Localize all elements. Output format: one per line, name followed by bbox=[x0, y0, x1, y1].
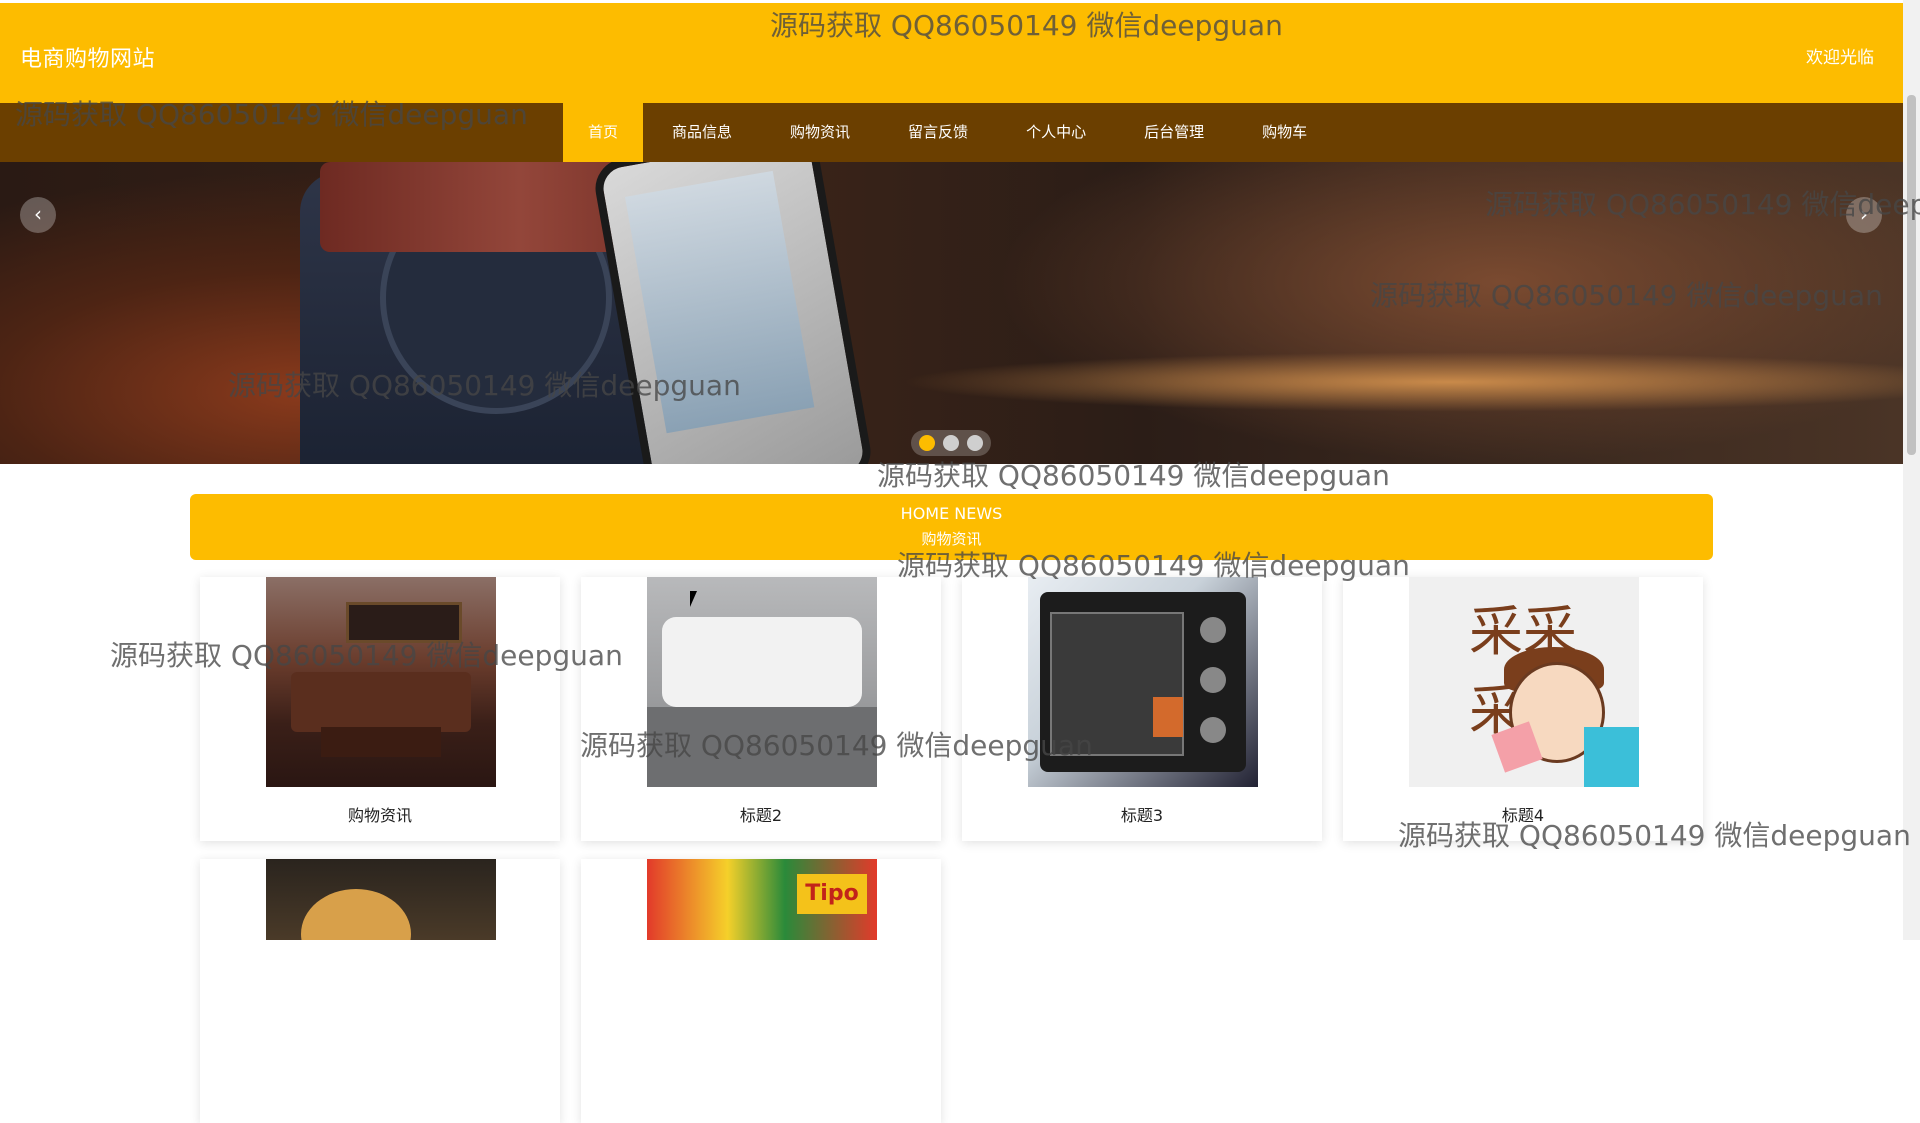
news-card-4[interactable]: 采采采! 标题4 bbox=[1343, 577, 1703, 841]
cartoon-image: 采采采! bbox=[1409, 577, 1639, 787]
section-title-cn: 购物资讯 bbox=[921, 530, 982, 548]
mouse-cursor-icon bbox=[690, 591, 704, 607]
welcome-text: 欢迎光临 bbox=[1806, 48, 1874, 68]
banner-light-glow bbox=[900, 352, 1903, 412]
carousel-indicators bbox=[911, 430, 991, 456]
nav-item-cart[interactable]: 购物车 bbox=[1233, 103, 1336, 162]
carousel-banner[interactable] bbox=[0, 162, 1903, 464]
carousel-dot-2[interactable] bbox=[943, 435, 959, 451]
snack-food-image bbox=[266, 859, 496, 940]
nav-item-admin[interactable]: 后台管理 bbox=[1115, 103, 1233, 162]
news-card-1[interactable]: 购物资讯 bbox=[200, 577, 560, 841]
site-title[interactable]: 电商购物网站 bbox=[20, 41, 155, 73]
news-card-6[interactable]: Tipo bbox=[581, 859, 941, 1123]
scrollbar-thumb[interactable] bbox=[1907, 95, 1916, 455]
microwave-image bbox=[1028, 577, 1258, 787]
section-title-en: HOME NEWS bbox=[900, 504, 1003, 523]
packaged-snacks-image: Tipo bbox=[647, 859, 877, 940]
nav-item-profile[interactable]: 个人中心 bbox=[997, 103, 1115, 162]
main-nav: 首页 商品信息 购物资讯 留言反馈 个人中心 后台管理 购物车 bbox=[0, 103, 1903, 162]
card-caption: 标题3 bbox=[1120, 806, 1164, 825]
news-card-5[interactable] bbox=[200, 859, 560, 1123]
carousel-prev-button[interactable]: ‹ bbox=[20, 197, 56, 233]
card-caption: 标题2 bbox=[739, 806, 783, 825]
top-header: 电商购物网站 欢迎光临 bbox=[0, 3, 1903, 103]
nav-item-home[interactable]: 首页 bbox=[563, 103, 644, 162]
nav-item-news[interactable]: 购物资讯 bbox=[761, 103, 879, 162]
carousel-dot-3[interactable] bbox=[967, 435, 983, 451]
chevron-right-icon: › bbox=[1860, 202, 1868, 226]
news-card-2[interactable]: 标题2 bbox=[581, 577, 941, 841]
nav-list: 首页 商品信息 购物资讯 留言反馈 个人中心 后台管理 购物车 bbox=[563, 103, 1336, 162]
card-caption: 标题4 bbox=[1501, 806, 1545, 825]
chevron-left-icon: ‹ bbox=[34, 202, 42, 226]
card-caption: 购物资讯 bbox=[347, 806, 412, 825]
banner-phone-screen bbox=[624, 170, 815, 434]
nav-item-feedback[interactable]: 留言反馈 bbox=[879, 103, 997, 162]
news-card-3[interactable]: 标题3 bbox=[962, 577, 1322, 841]
white-sofa-image bbox=[647, 577, 877, 787]
living-room-image bbox=[266, 577, 496, 787]
carousel-dot-1[interactable] bbox=[919, 435, 935, 451]
news-section-header: HOME NEWS 购物资讯 bbox=[190, 494, 1713, 560]
nav-item-products[interactable]: 商品信息 bbox=[643, 103, 761, 162]
carousel-next-button[interactable]: › bbox=[1846, 197, 1882, 233]
